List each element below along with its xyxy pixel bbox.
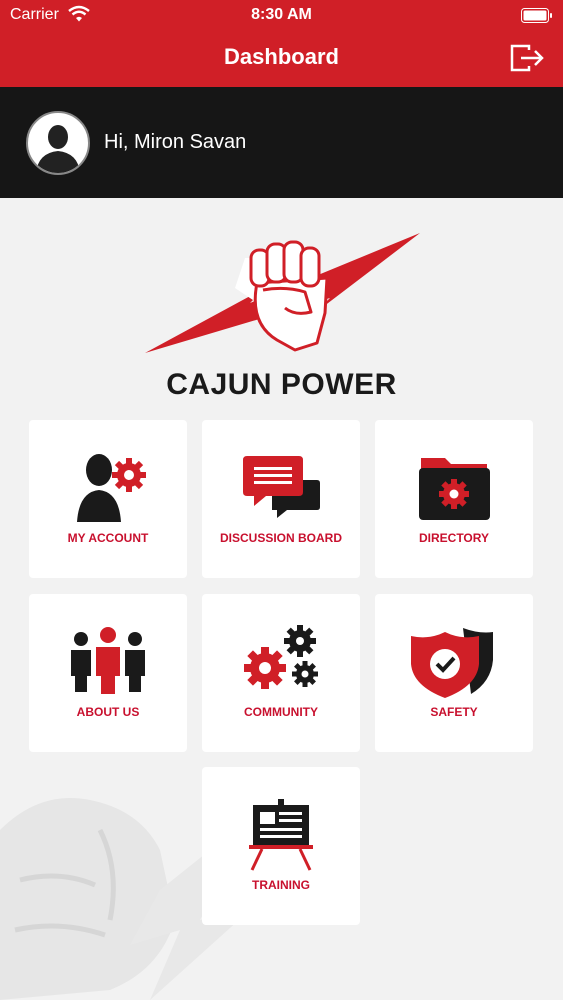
tile-training[interactable]: TRAINING (202, 767, 360, 925)
tile-label: DIRECTORY (418, 531, 489, 545)
tile-label: ABOUT US (76, 705, 140, 719)
tile-safety[interactable]: SAFETY (375, 594, 533, 752)
brand-name: CAJUN POWER (166, 368, 397, 401)
tile-community[interactable]: COMMUNITY (202, 594, 360, 752)
tile-directory[interactable]: DIRECTORY (375, 420, 533, 578)
user-greeting: Hi, Miron Savan (104, 131, 247, 153)
folder-gear-icon (419, 458, 490, 520)
gears-icon (244, 625, 318, 689)
tile-label: DISCUSSION BOARD (219, 531, 342, 545)
tile-about-us[interactable]: ABOUT US (29, 594, 187, 752)
tile-discussion-board[interactable]: DISCUSSION BOARD (202, 420, 360, 578)
brand-logo (145, 233, 420, 353)
tile-label: MY ACCOUNT (67, 531, 149, 545)
presentation-board-icon (249, 799, 313, 871)
battery-icon (521, 8, 552, 23)
user-bar: Hi, Miron Savan (0, 87, 563, 198)
shield-check-icon (411, 628, 493, 698)
people-group-icon (71, 627, 145, 694)
tile-label: COMMUNITY (244, 705, 318, 719)
clock: 8:30 AM (251, 6, 312, 23)
logout-icon[interactable] (509, 42, 545, 74)
tile-my-account[interactable]: MY ACCOUNT (29, 420, 187, 578)
nav-bar: Dashboard (0, 30, 563, 87)
status-bar: Carrier 8:30 AM (0, 0, 563, 30)
tile-label: SAFETY (430, 705, 478, 719)
user-avatar-icon[interactable] (26, 111, 90, 175)
tile-label: TRAINING (252, 878, 310, 892)
page-title: Dashboard (224, 44, 339, 69)
chat-bubbles-icon (243, 456, 320, 518)
account-settings-icon (77, 454, 146, 522)
